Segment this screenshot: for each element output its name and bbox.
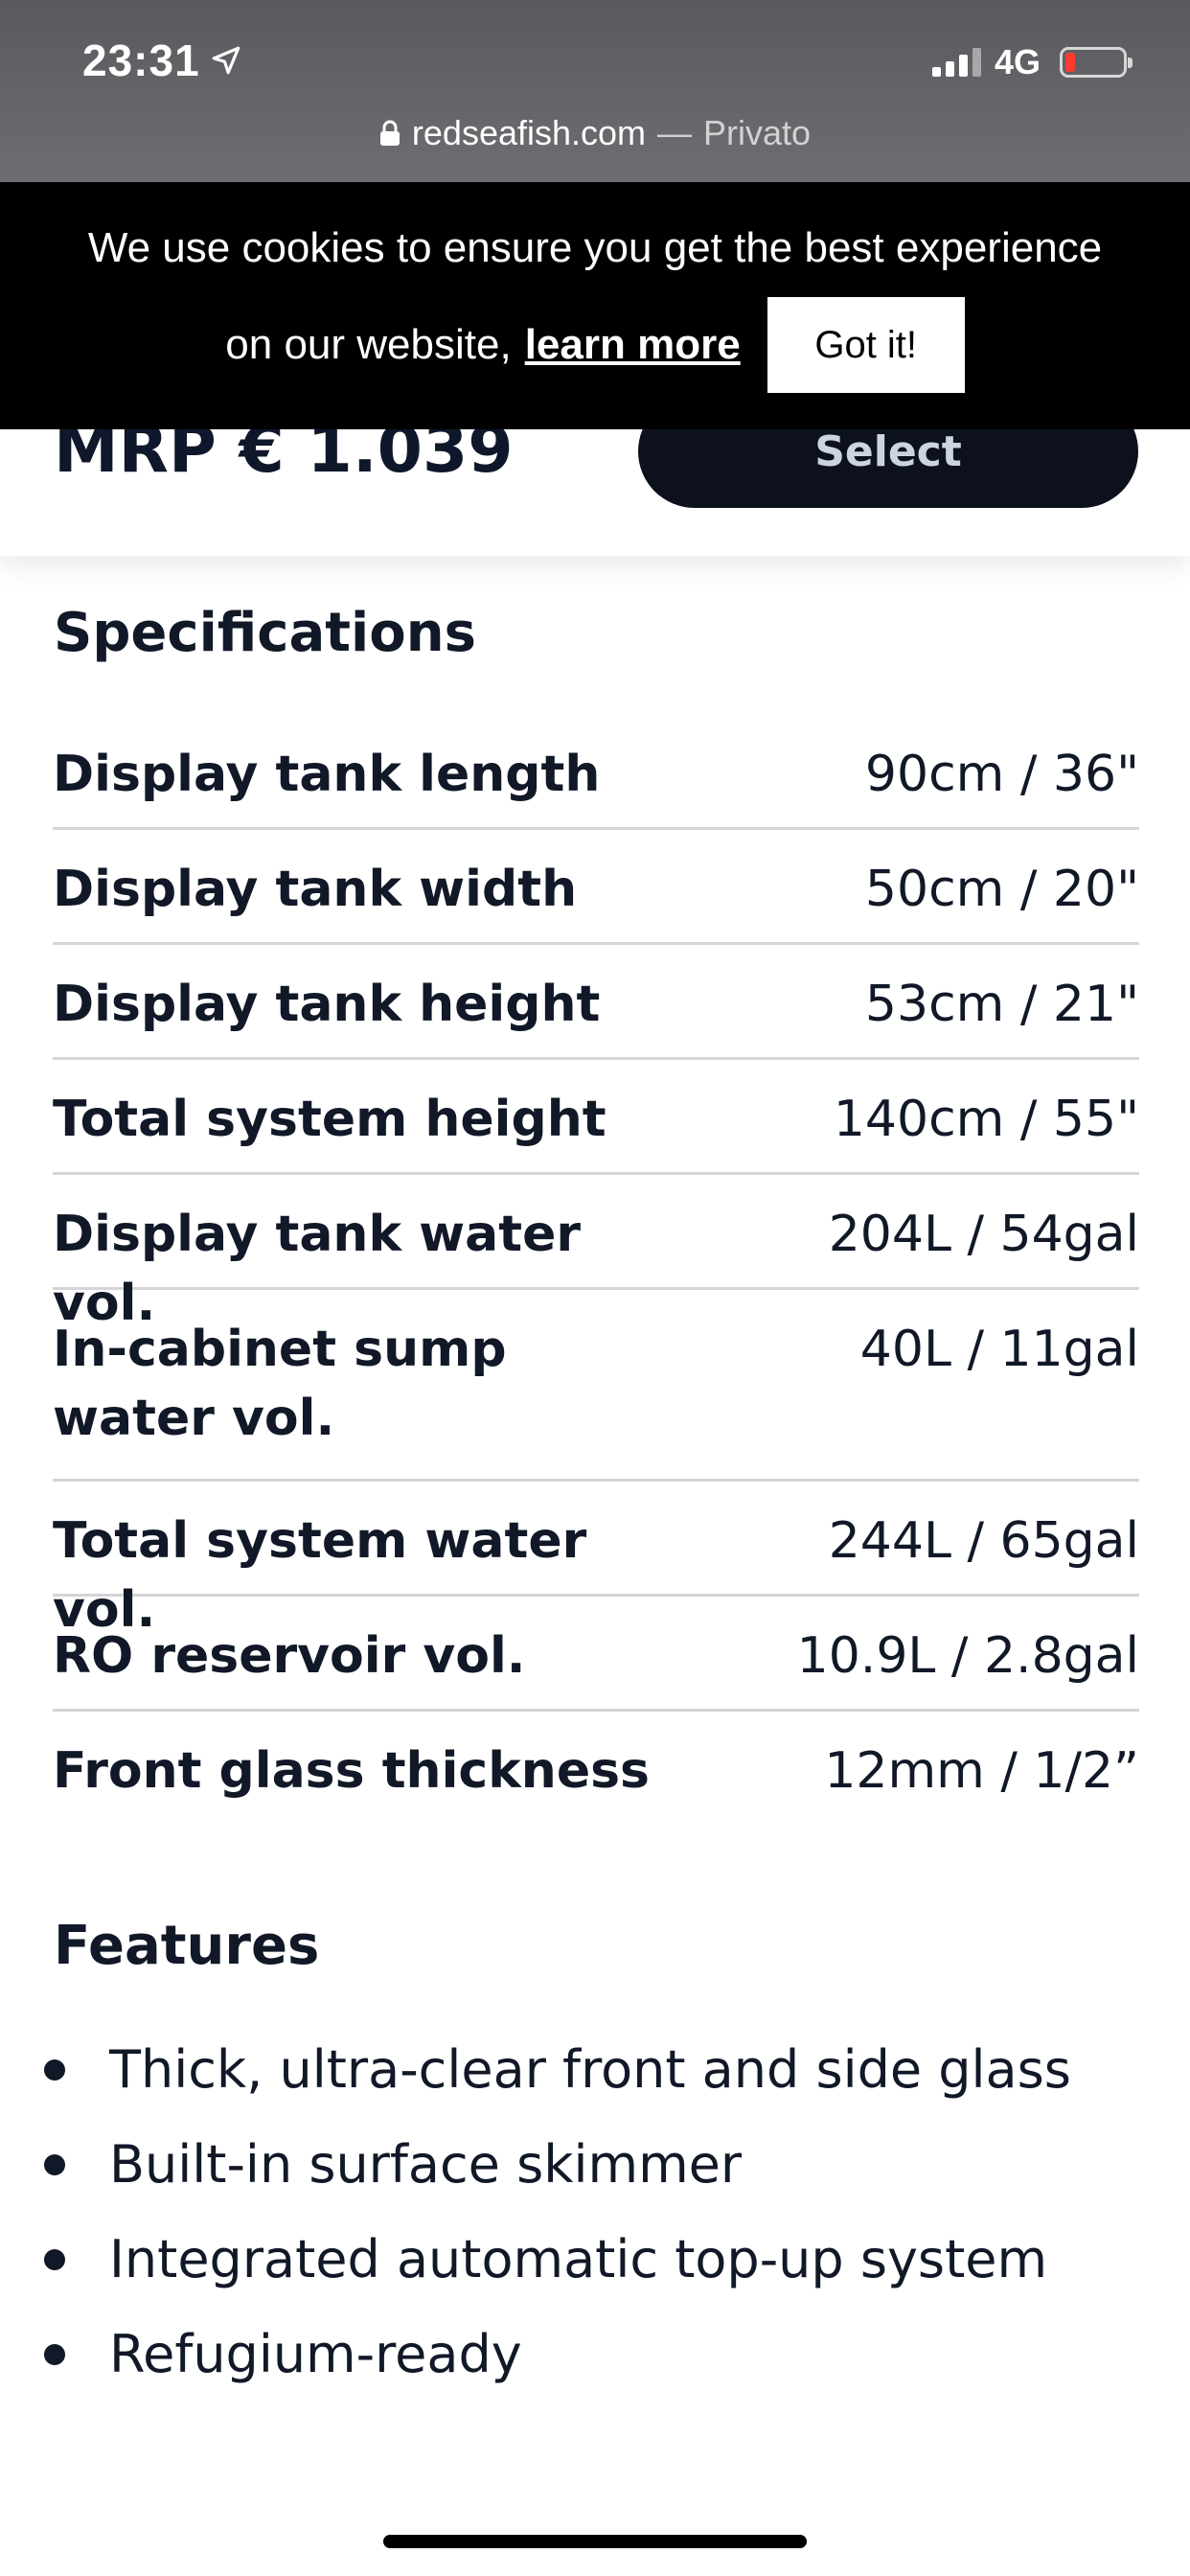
spec-label: In-cabinet sump water vol. xyxy=(53,1321,507,1447)
spec-label: RO reservoir vol. xyxy=(53,1627,526,1685)
browser-top-bar: 23:31 4G redseafish.com — Privato xyxy=(0,0,1190,182)
list-item: Built-in surface skimmer xyxy=(38,2117,1150,2212)
private-mode-label: Privato xyxy=(703,113,812,152)
spec-value: 90cm / 36" xyxy=(864,746,1139,803)
spec-value: 244L / 65gal xyxy=(828,1512,1139,1570)
features-heading: Features xyxy=(54,1915,320,1977)
spec-row: Display tank height 53cm / 21" xyxy=(53,945,1139,1060)
spec-value: 12mm / 1/2” xyxy=(824,1742,1139,1800)
list-item: Thick, ultra-clear front and side glass xyxy=(38,2022,1150,2117)
specifications-heading: Specifications xyxy=(54,602,476,664)
home-indicator[interactable] xyxy=(383,2535,807,2548)
lock-icon xyxy=(379,120,400,146)
spec-row: In-cabinet sump water vol. 40L / 11gal xyxy=(53,1290,1139,1482)
network-type: 4G xyxy=(994,42,1041,81)
url-separator: — xyxy=(657,113,693,152)
spec-row: Display tank length 90cm / 36" xyxy=(53,715,1139,830)
spec-row: Total system height 140cm / 55" xyxy=(53,1060,1139,1175)
bullet-icon xyxy=(44,2058,65,2081)
spec-label: Display tank length xyxy=(53,746,601,803)
spec-row: Display tank width 50cm / 20" xyxy=(53,830,1139,945)
spec-label: Front glass thickness xyxy=(53,1742,650,1800)
spec-label: Display tank height xyxy=(53,976,601,1033)
status-time-text: 23:31 xyxy=(82,35,200,85)
spec-value: 10.9L / 2.8gal xyxy=(796,1627,1139,1685)
bullet-icon xyxy=(44,2248,65,2270)
specifications-table: Display tank length 90cm / 36" Display t… xyxy=(53,715,1139,1827)
battery-icon xyxy=(1060,47,1133,78)
bullet-icon xyxy=(44,2153,65,2175)
spec-value: 140cm / 55" xyxy=(833,1091,1139,1148)
list-item: Integrated automatic top-up system xyxy=(38,2212,1150,2307)
spec-value: 40L / 11gal xyxy=(859,1321,1139,1378)
url-domain: redseafish.com xyxy=(411,113,647,152)
spec-value: 204L / 54gal xyxy=(828,1206,1139,1263)
spec-row: Display tank water vol. 204L / 54gal xyxy=(53,1175,1139,1332)
cellular-signal-icon xyxy=(931,48,981,77)
feature-text: Integrated automatic top-up system xyxy=(109,2229,1048,2289)
got-it-button[interactable]: Got it! xyxy=(767,297,965,393)
cookie-message: We use cookies to ensure you get the bes… xyxy=(87,224,1103,271)
spec-row: Front glass thickness 12mm / 1/2” xyxy=(53,1712,1139,1827)
features-list: Thick, ultra-clear front and side glass … xyxy=(38,2022,1150,2402)
spec-label: Display tank width xyxy=(53,861,578,918)
cookie-banner: We use cookies to ensure you get the bes… xyxy=(0,182,1190,429)
feature-text: Refugium-ready xyxy=(109,2324,522,2384)
bullet-icon xyxy=(44,2343,65,2365)
spec-value: 53cm / 21" xyxy=(864,976,1139,1033)
feature-text: Built-in surface skimmer xyxy=(109,2134,743,2195)
location-arrow-icon xyxy=(212,46,240,75)
cookie-message-line2: on our website, learn more Got it! xyxy=(0,297,1190,393)
spec-label: Total system height xyxy=(53,1091,606,1148)
spec-row: Total system water vol. 244L / 65gal xyxy=(53,1482,1139,1639)
cookie-message-cont: on our website, xyxy=(225,321,512,368)
url-bar[interactable]: redseafish.com — Privato xyxy=(0,113,1190,153)
status-time: 23:31 xyxy=(82,34,242,86)
list-item: Refugium-ready xyxy=(38,2307,1150,2402)
spec-value: 50cm / 20" xyxy=(864,861,1139,918)
feature-text: Thick, ultra-clear front and side glass xyxy=(109,2039,1071,2100)
status-indicators: 4G xyxy=(931,42,1133,82)
learn-more-link[interactable]: learn more xyxy=(525,321,741,369)
